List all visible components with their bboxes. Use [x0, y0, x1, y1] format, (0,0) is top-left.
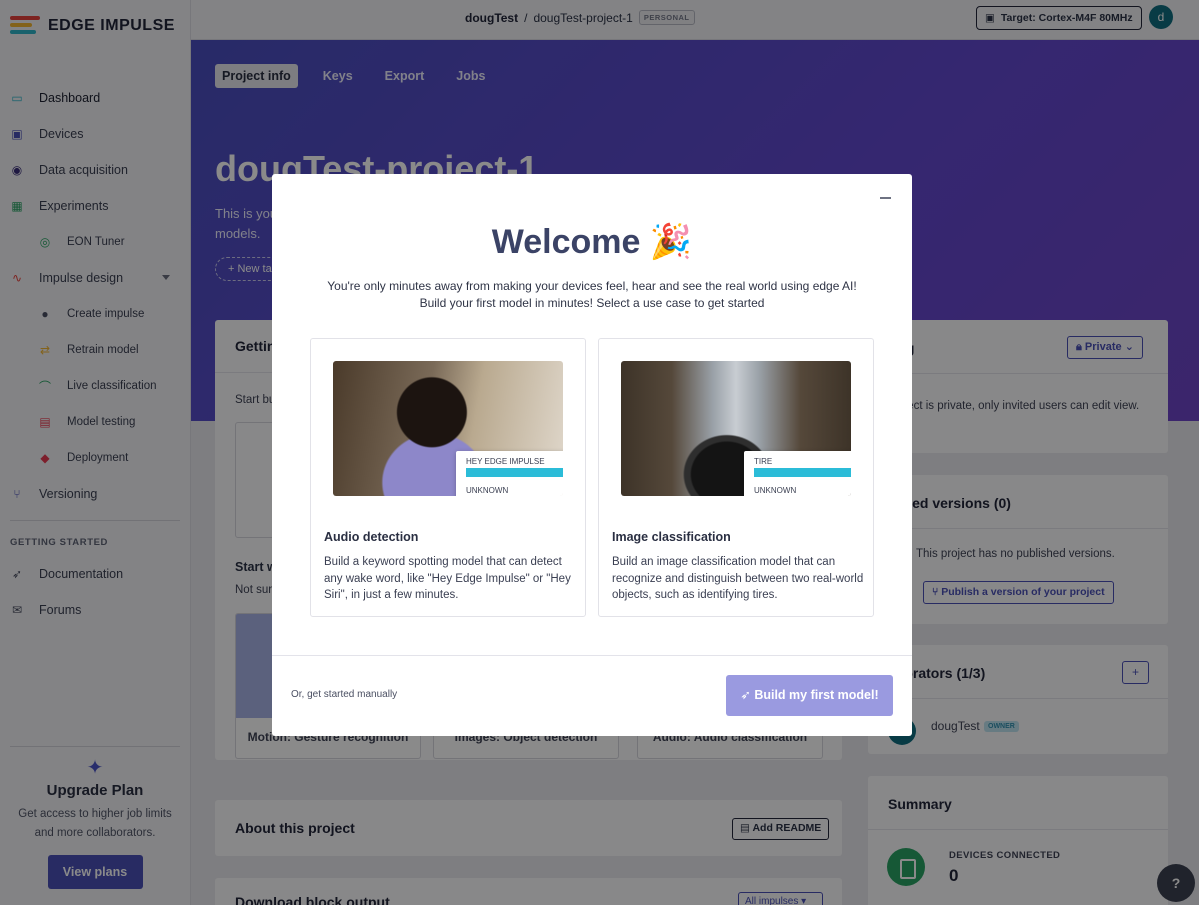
modal-intro: You're only minutes away from making you… [272, 278, 912, 312]
legend-bar [466, 468, 563, 477]
audio-photo: HEY EDGE IMPULSE UNKNOWN [333, 361, 563, 496]
legend-label: HEY EDGE IMPULSE [466, 457, 545, 466]
option-description: Build a keyword spotting model that can … [324, 556, 571, 601]
option-title: Audio detection [324, 530, 419, 544]
build-first-model-button[interactable]: ➶ Build my first model! [726, 675, 893, 716]
build-button-label: Build my first model! [754, 688, 879, 702]
legend-bar-fill [754, 468, 851, 477]
modal-title: Welcome 🎉 [272, 222, 912, 262]
legend-label: UNKNOWN [466, 486, 509, 495]
legend-bar-fill [466, 468, 563, 477]
get-started-manually-link[interactable]: Or, get started manually [291, 689, 397, 700]
legend-label: TIRE [754, 457, 773, 466]
legend-label: UNKNOWN [754, 486, 797, 495]
divider [272, 655, 912, 656]
classification-legend: TIRE UNKNOWN [744, 451, 851, 496]
option-title: Image classification [612, 530, 731, 544]
party-popper-icon: 🎉 [649, 223, 693, 261]
welcome-modal: Welcome 🎉 You're only minutes away from … [272, 174, 912, 736]
legend-bar [754, 468, 851, 477]
tire-photo: TIRE UNKNOWN [621, 361, 851, 496]
option-audio-detection[interactable]: HEY EDGE IMPULSE UNKNOWN Audio detection… [310, 338, 586, 617]
modal-title-text: Welcome [491, 223, 641, 261]
minimize-icon[interactable] [880, 197, 891, 199]
rocket-icon: ➶ [740, 688, 755, 702]
modal-intro-line: You're only minutes away from making you… [327, 279, 857, 293]
option-description: Build an image classification model that… [612, 556, 864, 601]
option-image-classification[interactable]: TIRE UNKNOWN Image classification Build … [598, 338, 874, 617]
modal-intro-line: Build your first model in minutes! Selec… [419, 296, 765, 310]
classification-legend: HEY EDGE IMPULSE UNKNOWN [456, 451, 563, 496]
